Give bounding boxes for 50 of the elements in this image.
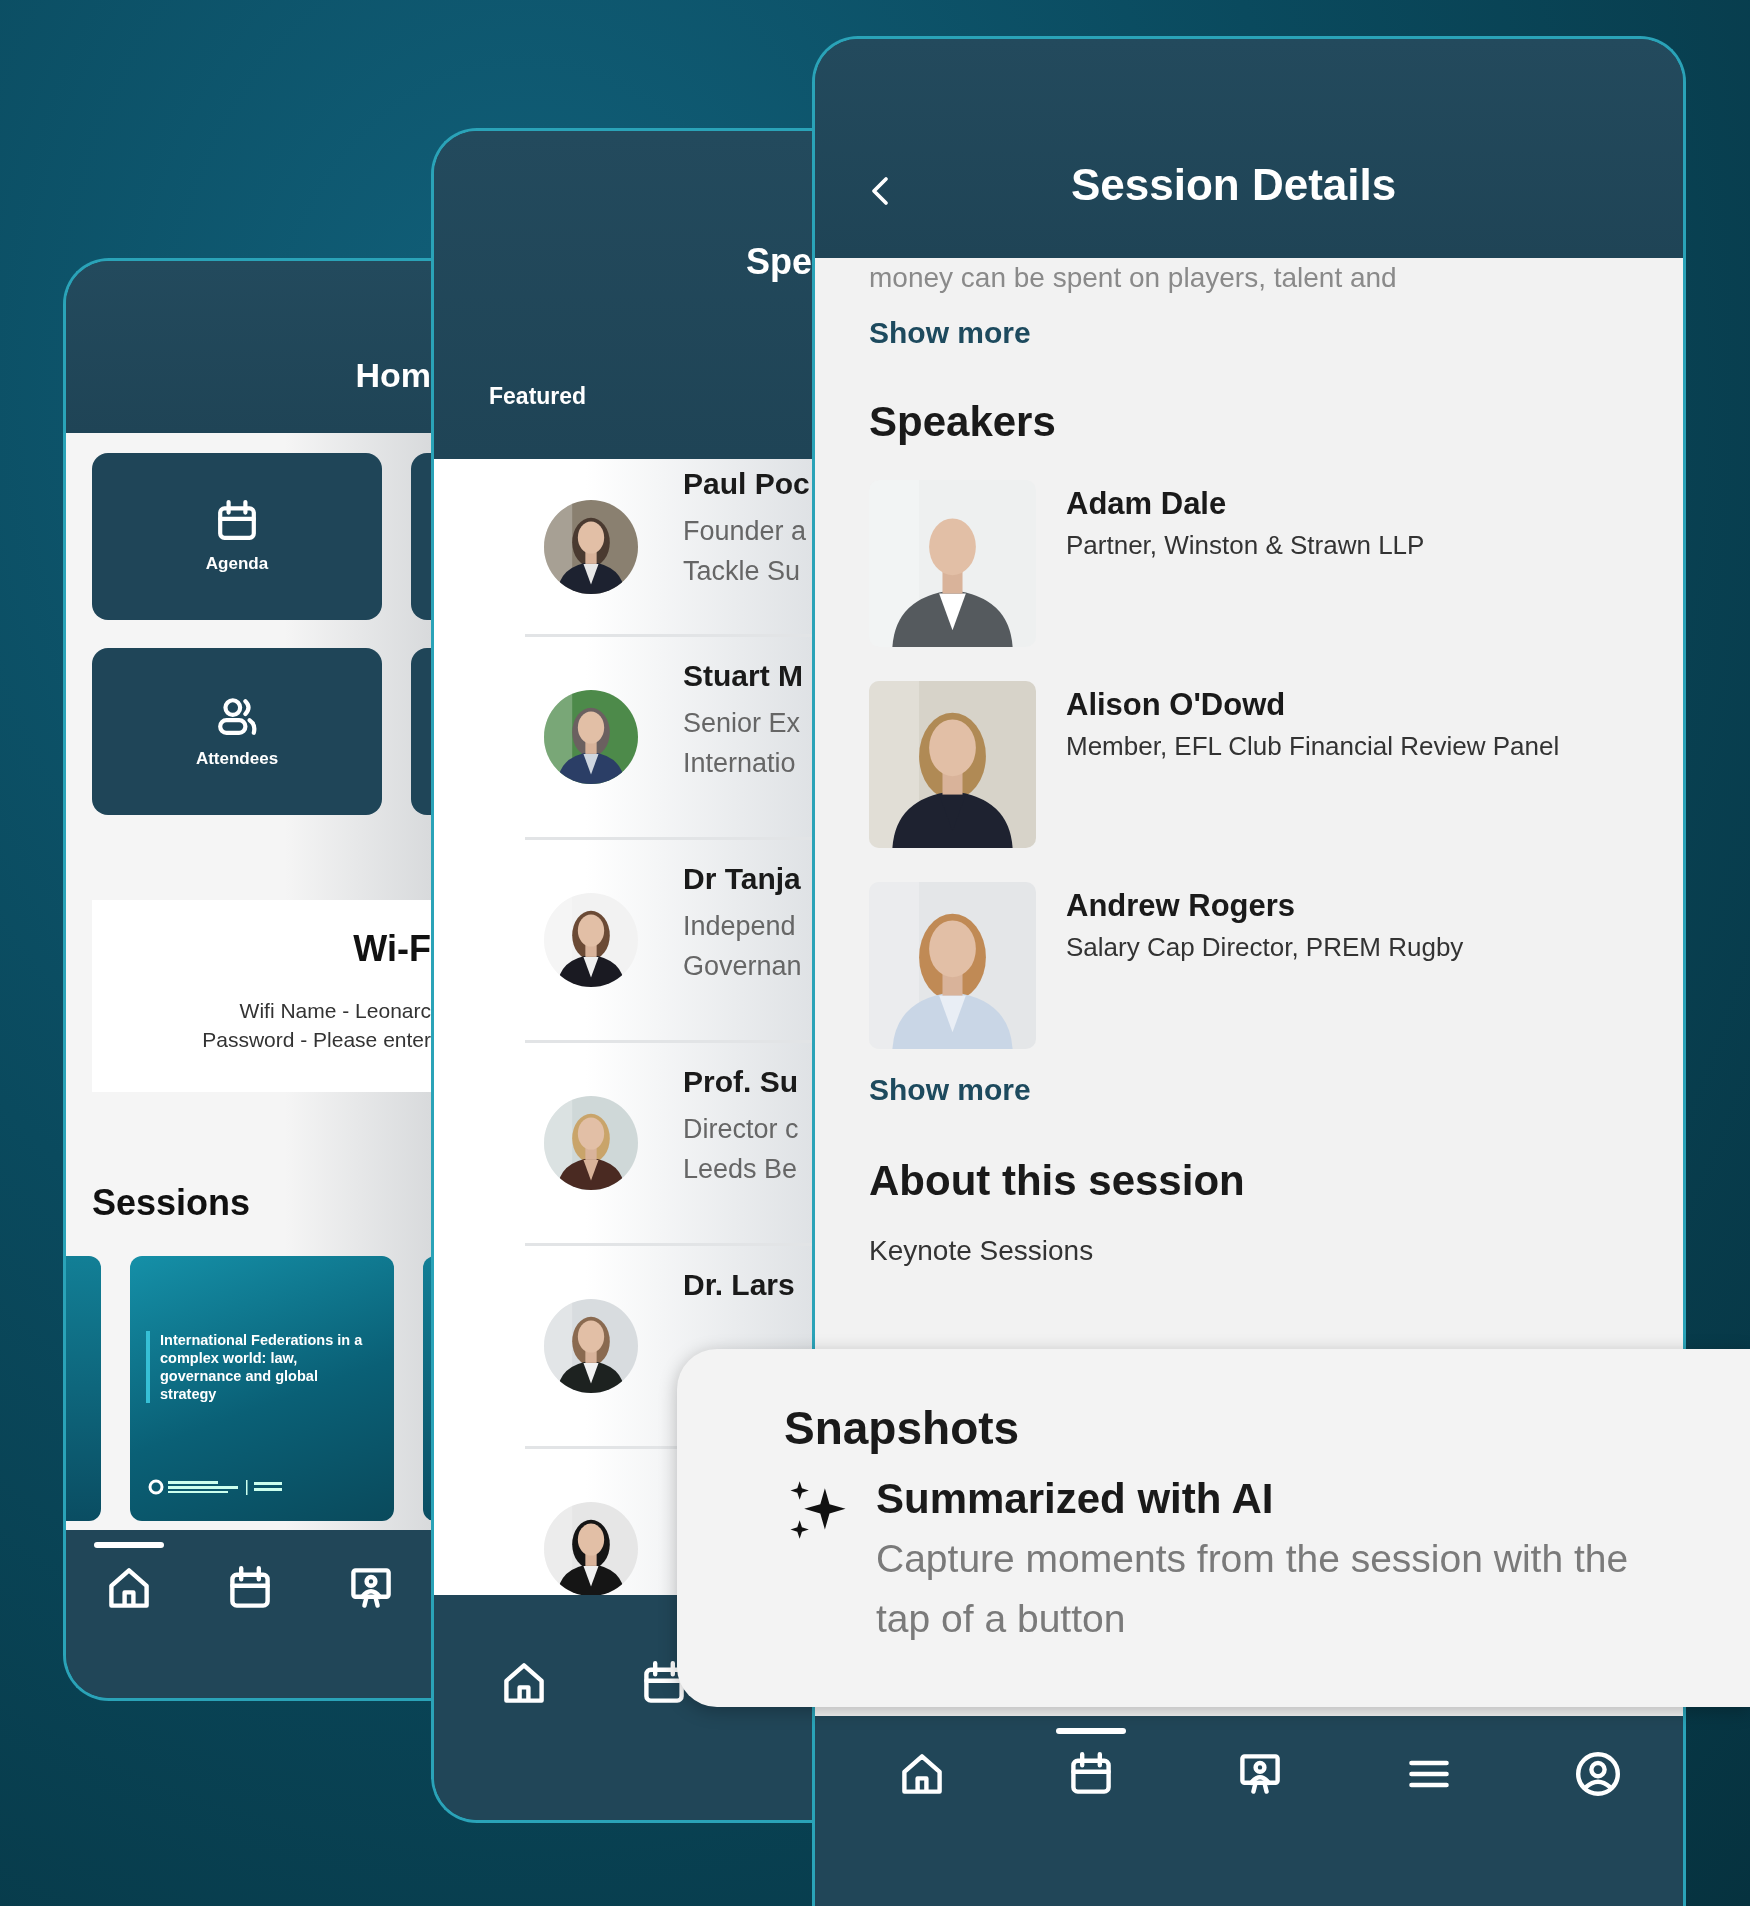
speaker-name: Adam Dale [1066, 486, 1228, 522]
speaker-role: Leeds Be [683, 1153, 799, 1186]
speaker-role: Independ [683, 910, 797, 943]
session-title: International Federations in a complex world: law, governance and global strategy [160, 1331, 364, 1403]
card-text: Wifi Name - Leonarc [238, 998, 431, 1024]
home-icon [106, 1566, 151, 1610]
section-heading: Speakers [869, 398, 1056, 446]
menu-tile[interactable]: Agenda [92, 453, 382, 620]
show-more-link[interactable]: Show more [869, 1073, 1031, 1107]
speaker-name: Andrew Rogers [1066, 888, 1297, 924]
section-heading: Sessions [92, 1182, 252, 1224]
profile-icon [1576, 1752, 1621, 1796]
card-text: Password - Please enter [201, 1027, 431, 1053]
card-title: Wi-F [352, 928, 431, 970]
speaker-name: Prof. Su [683, 1065, 799, 1099]
speaker-name: Dr. Lars [683, 1268, 795, 1302]
feature-description: Capture moments from the session with the tap of a button [876, 1536, 1630, 1642]
presenter-icon [348, 1566, 393, 1610]
calendar-icon [227, 1566, 272, 1610]
menu-tile[interactable]: Attendees [92, 648, 382, 815]
speaker-role: Partner, Winston & Strawn LLP [1066, 530, 1425, 561]
speaker-role: Tackle Su [683, 555, 802, 588]
home-icon [899, 1752, 944, 1796]
screen-title: Spe [745, 241, 812, 283]
speaker-role: Internatio [683, 747, 797, 780]
presenter-icon [1238, 1752, 1282, 1796]
speaker-role: Director c [683, 1113, 799, 1146]
speaker-role: Member, EFL Club Financial Review Panel [1066, 731, 1560, 762]
home-icon [502, 1661, 546, 1705]
speaker-name: Dr Tanja [683, 862, 802, 896]
calendar-icon [216, 499, 258, 542]
session-card[interactable]: International Federations in a complex world: law, governance and global strategy [130, 1256, 394, 1521]
card-title: Snapshots [784, 1401, 1021, 1455]
screen-title: Session Details [1071, 160, 1397, 210]
back-icon [869, 176, 891, 206]
featured-tab[interactable]: Featured [489, 383, 587, 410]
speaker-role: Governan [683, 950, 802, 983]
speaker-name: Alison O'Dowd [1066, 687, 1287, 723]
description-text: money can be spent on players, talent and [869, 262, 1397, 294]
session-type: Keynote Sessions [869, 1235, 1094, 1267]
calendar-icon [1068, 1752, 1113, 1796]
speaker-role: Senior Ex [683, 707, 802, 740]
section-heading: About this session [869, 1157, 1245, 1205]
speaker-name: Stuart M [683, 659, 803, 693]
speaker-role: Founder a [683, 515, 808, 548]
show-more-link[interactable]: Show more [869, 316, 1031, 350]
speaker-name: Paul Poc [683, 467, 810, 501]
feature-title: Summarized with AI [876, 1475, 1275, 1523]
speaker-role: Salary Cap Director, PREM Rugby [1066, 932, 1464, 963]
screen-title: Hom [355, 356, 431, 395]
